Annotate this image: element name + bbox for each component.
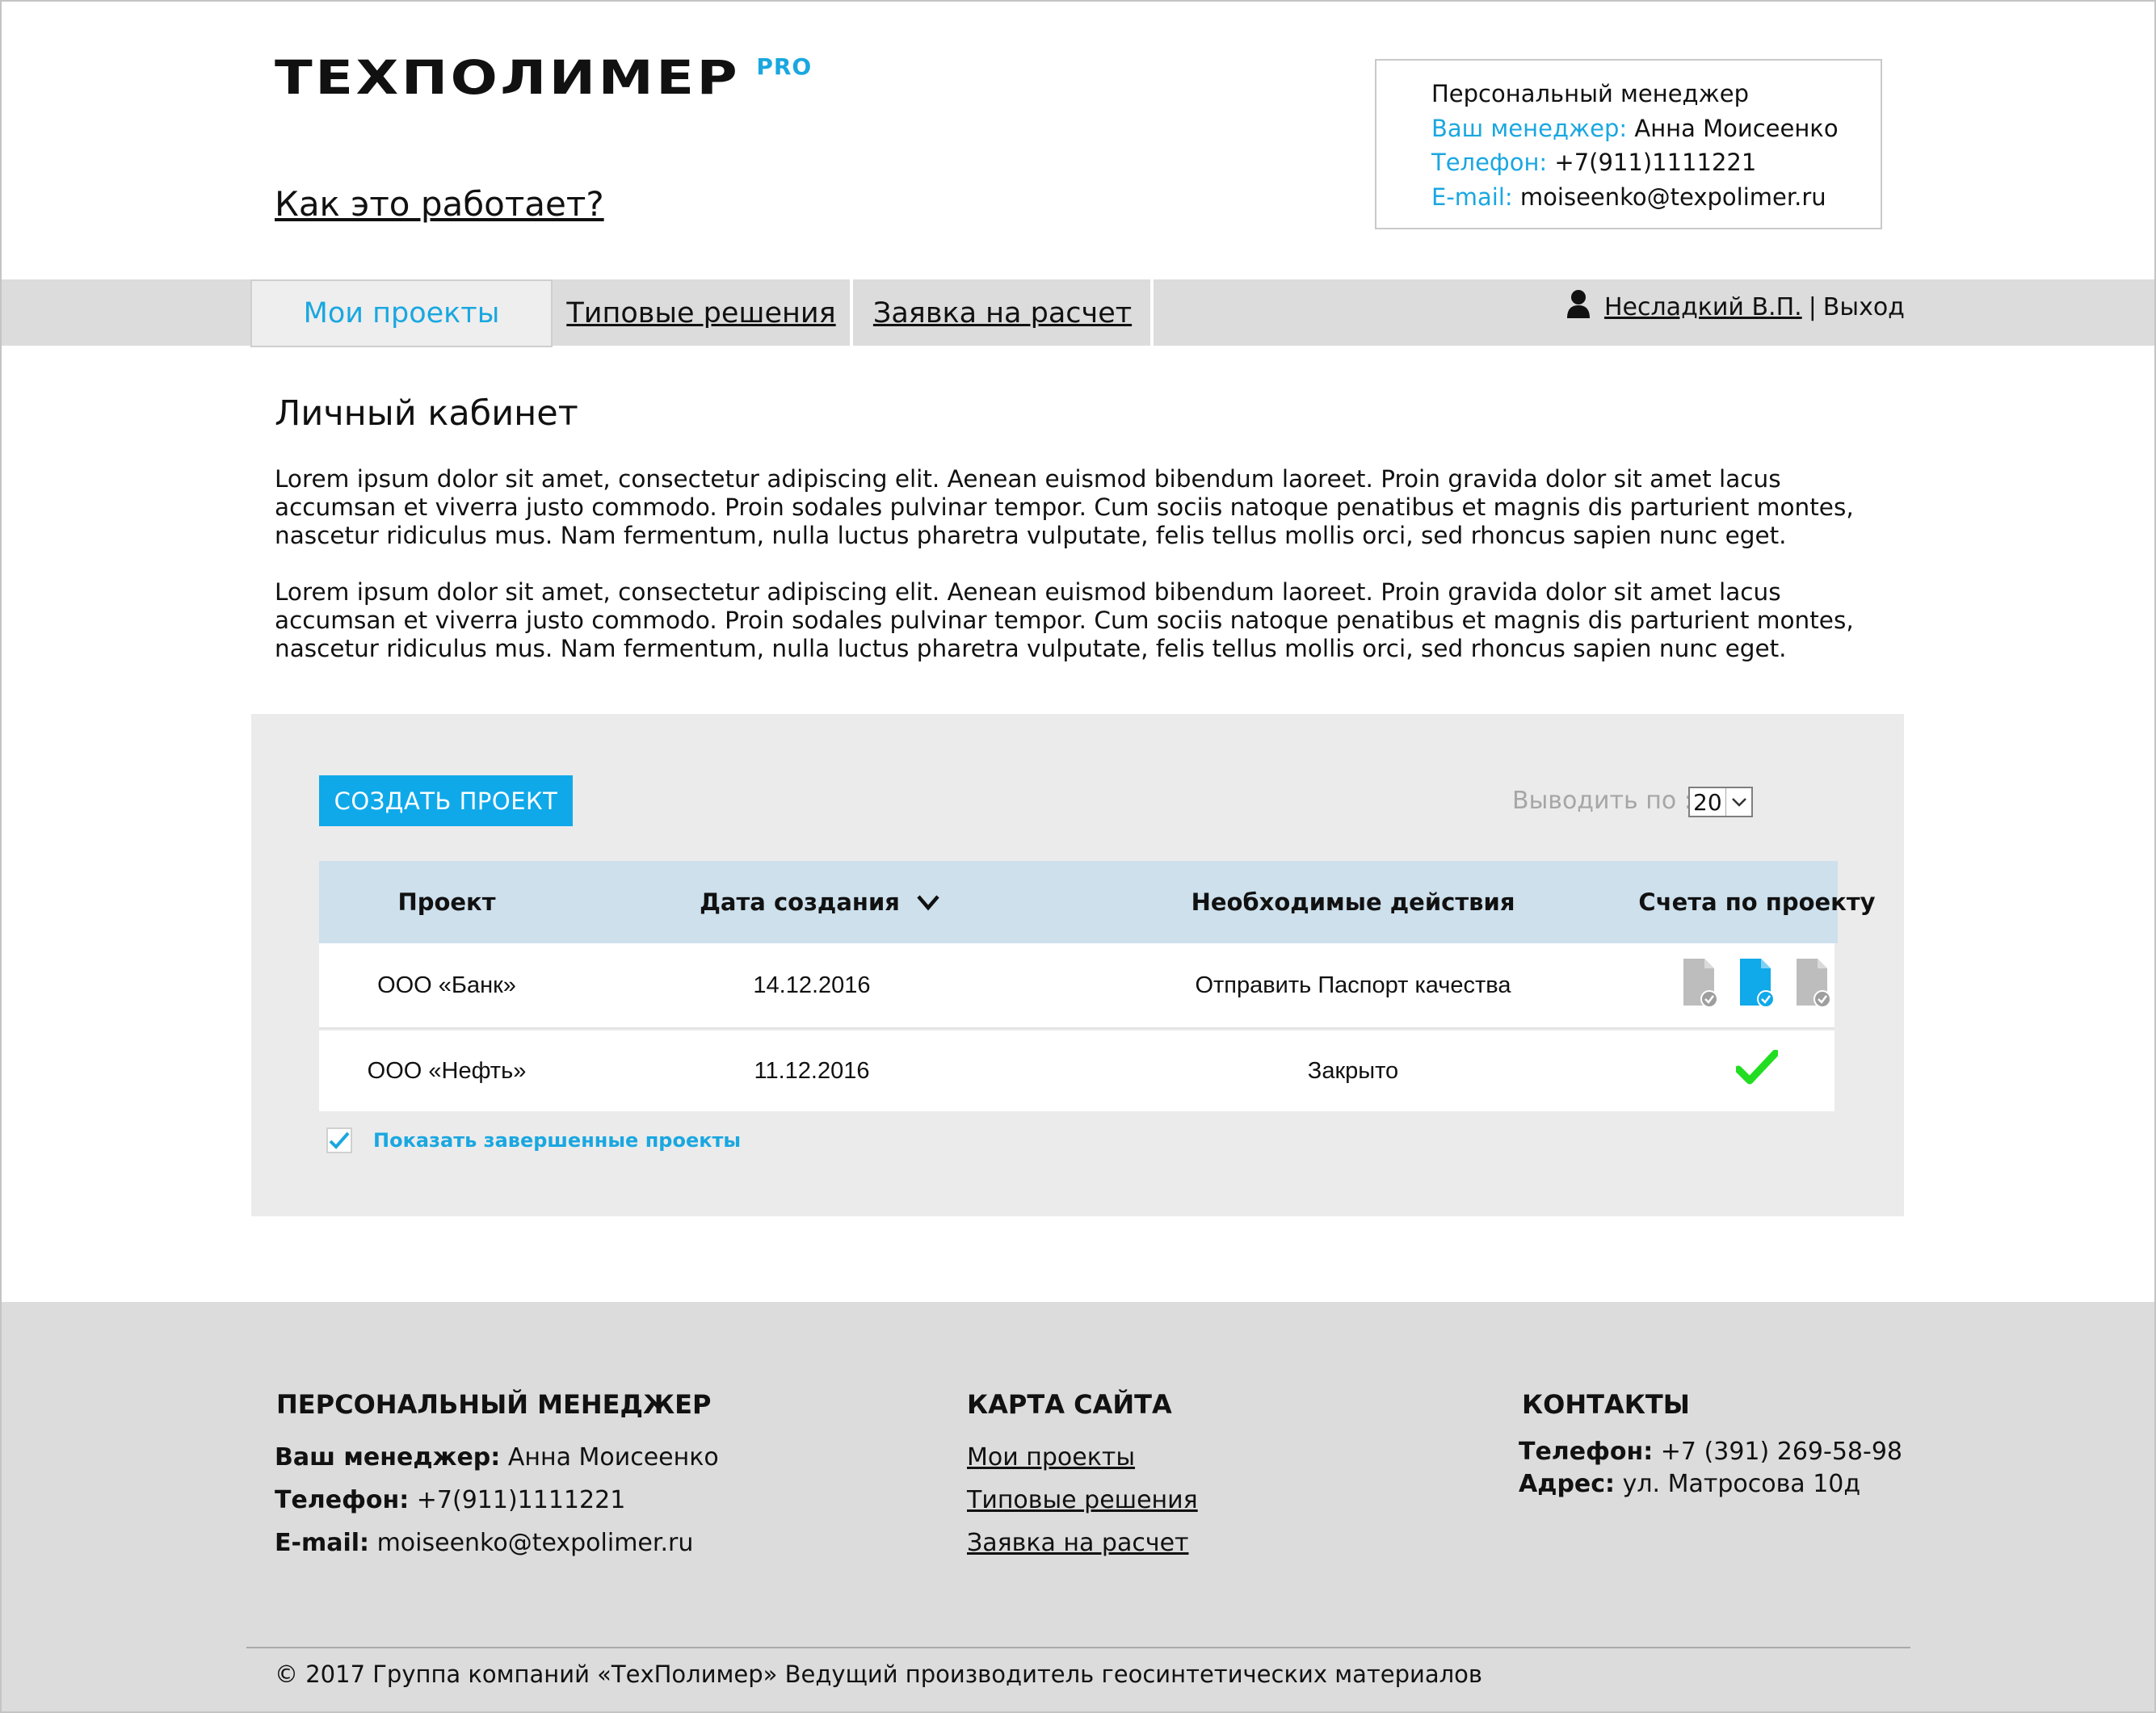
intro-paragraph: Lorem ipsum dolor sit amet, consectetur … (275, 578, 1854, 662)
footer-divider (246, 1647, 1910, 1648)
column-header-project[interactable]: Проект (319, 861, 574, 943)
intro-paragraph: Lorem ipsum dolor sit amet, consectetur … (275, 465, 1854, 549)
show-completed-toggle[interactable]: Показать завершенные проекты (326, 1127, 741, 1153)
projects-table-header: Проект Дата создания Необходимые действи… (319, 861, 1876, 943)
manager-name: Анна Моисеенко (1634, 114, 1839, 142)
copyright: © 2017 Группа компаний «ТехПолимер» Веду… (275, 1661, 1482, 1688)
footer-link-typical-solutions[interactable]: Типовые решения (967, 1486, 1198, 1514)
logo[interactable]: ТЕХПОЛИМЕР PRO (275, 53, 812, 102)
phone-label: Телефон: (1431, 149, 1548, 176)
footer-address-label: Адрес: (1519, 1470, 1616, 1498)
manager-label: Ваш менеджер: (1431, 114, 1628, 142)
sort-down-icon[interactable] (916, 893, 940, 911)
footer-sitemap-links: Мои проекты Типовые решения Заявка на ра… (967, 1436, 1198, 1564)
footer-contact-phone-label: Телефон: (1519, 1438, 1654, 1466)
footer-link-calculation-request[interactable]: Заявка на расчет (967, 1529, 1189, 1557)
create-project-button[interactable]: СОЗДАТЬ ПРОЕКТ (319, 775, 573, 826)
email-label: E-mail: (1431, 183, 1513, 211)
how-it-works-link[interactable]: Как это работает? (275, 184, 604, 224)
tab-calculation-request[interactable]: Заявка на расчет (855, 279, 1154, 347)
footer-sitemap-heading: КАРТА САЙТА (967, 1389, 1172, 1420)
footer-link-my-projects[interactable]: Мои проекты (967, 1443, 1135, 1472)
personal-manager-card: Персональный менеджер Ваш менеджер: Анна… (1375, 59, 1882, 229)
tab-typical-solutions[interactable]: Типовые решения (553, 279, 853, 347)
page-title: Личный кабинет (275, 393, 578, 434)
per-page-value: 20 (1693, 788, 1722, 816)
footer-manager-info: Ваш менеджер: Анна Моисеенко Телефон: +7… (275, 1436, 719, 1564)
manager-name-line: Ваш менеджер: Анна Моисеенко (1431, 111, 1881, 146)
document-icon-blue[interactable] (1738, 957, 1776, 1014)
footer-contacts-info: Телефон: +7 (391) 269-58-98 Адрес: ул. М… (1519, 1436, 1902, 1501)
footer-manager-email[interactable]: moiseenko@texpolimer.ru (377, 1529, 694, 1557)
per-page-select[interactable]: 20 (1688, 787, 1753, 817)
show-completed-label[interactable]: Показать завершенные проекты (373, 1129, 741, 1152)
cell-project[interactable]: ООО «Нефть» (319, 1031, 574, 1111)
manager-phone-line: Телефон: +7(911)1111221 (1431, 145, 1881, 180)
manager-email[interactable]: moiseenko@texpolimer.ru (1520, 183, 1826, 211)
footer-manager-heading: ПЕРСОНАЛЬНЫЙ МЕНЕДЖЕР (276, 1389, 712, 1420)
document-icon-gray[interactable] (1795, 957, 1832, 1014)
cell-date: 14.12.2016 (753, 972, 871, 998)
chevron-down-icon (1725, 788, 1751, 816)
user-menu: Несладкий В.П. | Выход (1567, 289, 1905, 325)
footer-email-label: E-mail: (275, 1529, 370, 1557)
tab-my-projects[interactable]: Мои проекты (250, 279, 553, 347)
column-header-date-label: Дата создания (700, 888, 900, 916)
document-icon-gray[interactable] (1682, 957, 1719, 1014)
manager-phone[interactable]: +7(911)1111221 (1554, 149, 1756, 176)
show-completed-checkbox[interactable] (326, 1127, 352, 1153)
user-separator: | (1808, 292, 1817, 321)
table-row[interactable]: ООО «Банк» 14.12.2016 Отправить Паспорт … (319, 943, 1834, 1029)
column-header-invoices: Счета по проекту (1638, 888, 1876, 916)
cell-invoices (1555, 943, 1959, 1027)
footer-phone-label: Телефон: (275, 1486, 410, 1514)
logout-link[interactable]: Выход (1823, 293, 1905, 321)
footer-manager-name: Анна Моисеенко (507, 1443, 719, 1472)
column-header-date[interactable]: Дата создания (675, 861, 965, 943)
logo-pro-badge: PRO (756, 53, 813, 80)
manager-email-line: E-mail: moiseenko@texpolimer.ru (1431, 180, 1881, 215)
user-icon (1567, 289, 1590, 325)
logo-text: ТЕХПОЛИМЕР (275, 50, 741, 105)
cell-project[interactable]: ООО «Банк» (319, 943, 574, 1027)
manager-card-title: Персональный менеджер (1431, 80, 1749, 107)
footer-address: ул. Матросова 10д (1622, 1470, 1861, 1498)
cell-invoices (1555, 1031, 1959, 1111)
footer-manager-label: Ваш менеджер: (275, 1443, 501, 1472)
per-page-label: Выводить по : (1512, 787, 1692, 815)
footer-contacts-heading: КОНТАКТЫ (1522, 1389, 1690, 1420)
table-row[interactable]: ООО «Нефть» 11.12.2016 Закрыто (319, 1031, 1834, 1111)
user-name-link[interactable]: Несладкий В.П. (1604, 293, 1802, 321)
green-check-icon (1734, 1049, 1780, 1092)
footer-manager-phone[interactable]: +7(911)1111221 (417, 1486, 626, 1514)
footer-contact-phone[interactable]: +7 (391) 269-58-98 (1661, 1438, 1902, 1466)
cell-date: 11.12.2016 (754, 1057, 870, 1084)
